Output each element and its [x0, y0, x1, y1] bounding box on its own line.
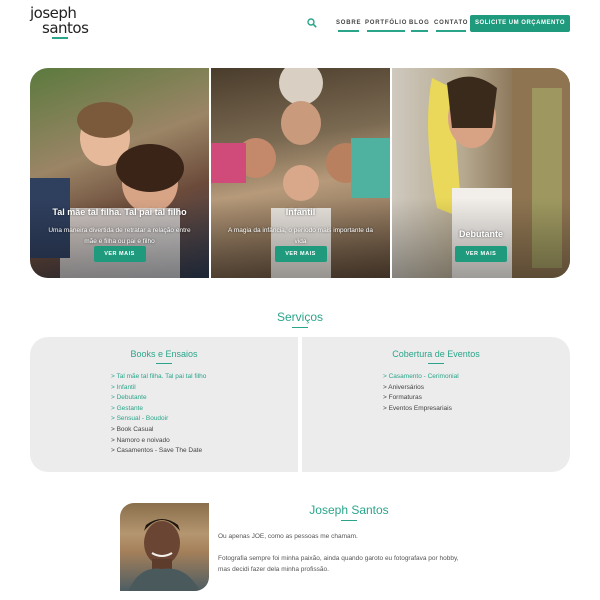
- card-description: Uma maneira divertida de retratar a rela…: [48, 227, 191, 245]
- books-underline: [156, 363, 172, 364]
- list-item: > Casamentos - Save The Date: [111, 447, 203, 455]
- hero-card-debutante[interactable]: Debutante VER MAIS: [392, 68, 570, 278]
- nav-underline: [436, 30, 467, 32]
- eventos-underline: [428, 363, 444, 364]
- nav-portfolio[interactable]: PORTFÓLIO: [365, 20, 408, 32]
- eventos-panel: Cobertura de Eventos > Casamento - Cerim…: [302, 337, 570, 472]
- nav-sobre-label: SOBRE: [336, 20, 362, 26]
- list-item: > Namoro e noivado: [111, 436, 170, 444]
- nav-underline: [338, 30, 360, 32]
- about-paragraph-1: Ou apenas JOE, como as pessoas me chamam…: [218, 533, 358, 540]
- list-item: > Formaturas: [383, 394, 422, 402]
- eventos-title: Cobertura de Eventos: [392, 349, 480, 359]
- ver-mais-button[interactable]: VER MAIS: [274, 246, 327, 262]
- nav-underline: [367, 30, 406, 32]
- about-name-underline: [341, 520, 357, 521]
- list-item: > Aniversários: [383, 383, 425, 391]
- nav-sobre[interactable]: SOBRE: [336, 20, 362, 32]
- ver-mais-button[interactable]: VER MAIS: [93, 246, 146, 262]
- nav-blog[interactable]: BLOG: [409, 20, 430, 32]
- nav-contato[interactable]: CONTATO: [434, 20, 469, 32]
- portrait-photo: [120, 503, 209, 591]
- request-quote-button[interactable]: SOLICITE UM ORÇAMENTO: [470, 15, 570, 32]
- nav-contato-label: CONTATO: [434, 20, 469, 26]
- books-title: Books e Ensaios: [130, 349, 198, 359]
- list-item[interactable]: > Gestante: [111, 404, 206, 415]
- logo[interactable]: joseph santos: [30, 5, 92, 39]
- logo-accent-bar: [52, 37, 68, 39]
- books-panel: Books e Ensaios > Tal mãe tal filha. Tal…: [30, 337, 298, 472]
- list-item[interactable]: > Infantil: [111, 383, 206, 394]
- about-paragraph-2b: mas decidi fazer dela minha profissão.: [218, 566, 329, 573]
- list-item: > Eventos Empresariais: [383, 404, 452, 412]
- services-title-underline: [292, 327, 308, 328]
- portrait-figure: [128, 519, 200, 591]
- about-name: Joseph Santos: [309, 503, 389, 517]
- hero-card-mae-filha[interactable]: Tal mãe tal filha. Tal pai tal filho Uma…: [30, 68, 209, 278]
- list-item[interactable]: > Casamento - Cerimonial: [383, 372, 459, 383]
- logo-line-2: santos: [42, 19, 89, 37]
- hero-card-infantil[interactable]: Infantil A magia da infância, o período …: [211, 68, 390, 278]
- card-title: Tal mãe tal filha. Tal pai tal filho: [52, 207, 187, 217]
- services-title: Serviços: [276, 310, 323, 324]
- list-item[interactable]: > Debutante: [111, 393, 206, 404]
- card-description: A magia da infância, o período mais impo…: [228, 227, 373, 245]
- search-icon[interactable]: [307, 18, 317, 28]
- nav-blog-label: BLOG: [409, 20, 430, 26]
- card-title: Infantil: [285, 207, 316, 217]
- list-item: > Book Casual: [111, 425, 154, 433]
- card-title: Debutante: [458, 229, 503, 239]
- list-item[interactable]: > Tal mãe tal filha. Tal pai tal filho: [111, 372, 206, 383]
- ver-mais-button[interactable]: VER MAIS: [455, 246, 507, 262]
- list-item[interactable]: > Sensual - Boudoir: [111, 414, 206, 425]
- books-list: > Tal mãe tal filha. Tal pai tal filho >…: [111, 372, 206, 457]
- about-paragraph-2a: Fotografia sempre foi minha paixão, aind…: [218, 555, 459, 562]
- nav-underline: [411, 30, 428, 32]
- site-header: joseph santos SOBRE PORTFÓLIO BLOG CONTA…: [0, 0, 600, 50]
- nav-portfolio-label: PORTFÓLIO: [365, 20, 408, 26]
- eventos-list: > Casamento - Cerimonial > Aniversários …: [383, 372, 459, 414]
